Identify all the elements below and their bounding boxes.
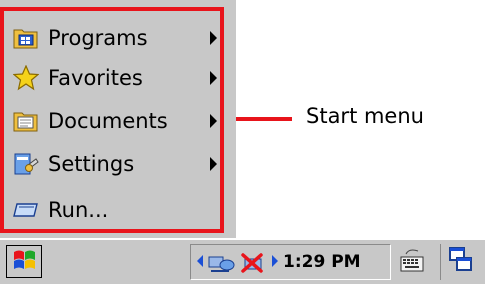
show-desktop-icon (448, 246, 474, 278)
tray-scroll-left-icon[interactable] (197, 255, 203, 267)
network-icon[interactable] (207, 251, 235, 279)
taskbar: 1:29 PM (0, 238, 485, 284)
menu-item-programs[interactable]: Programs (8, 18, 223, 58)
clock[interactable]: 1:29 PM (283, 252, 361, 272)
menu-item-label: Favorites (48, 66, 143, 90)
keyboard-icon (397, 245, 427, 279)
submenu-arrow-icon (210, 157, 217, 171)
menu-item-label: Documents (48, 109, 168, 133)
favorites-star-icon (12, 64, 40, 92)
menu-item-settings[interactable]: Settings (8, 144, 223, 184)
settings-icon (12, 150, 40, 178)
programs-folder-icon (12, 24, 40, 52)
submenu-arrow-icon (210, 31, 217, 45)
callout-label: Start menu (306, 104, 424, 128)
connection-error-icon[interactable] (239, 251, 267, 279)
callout-line (236, 117, 292, 121)
show-desktop-button[interactable] (440, 244, 480, 280)
input-panel-button[interactable] (394, 244, 430, 280)
tray-scroll-right-icon[interactable] (272, 255, 278, 267)
documents-folder-icon (12, 107, 40, 135)
menu-item-documents[interactable]: Documents (8, 101, 223, 141)
submenu-arrow-icon (210, 71, 217, 85)
windows-flag-icon (11, 248, 37, 276)
system-tray: 1:29 PM (190, 244, 391, 280)
menu-item-label: Settings (48, 152, 135, 176)
menu-item-label: Run... (48, 198, 109, 222)
run-icon (12, 196, 40, 224)
submenu-arrow-icon (210, 114, 217, 128)
menu-item-label: Programs (48, 26, 148, 50)
start-button[interactable] (6, 245, 42, 278)
menu-item-run[interactable]: Run... (8, 190, 223, 230)
menu-item-favorites[interactable]: Favorites (8, 58, 223, 98)
start-menu: Programs Favorites Documents Settings Ru… (0, 0, 236, 238)
